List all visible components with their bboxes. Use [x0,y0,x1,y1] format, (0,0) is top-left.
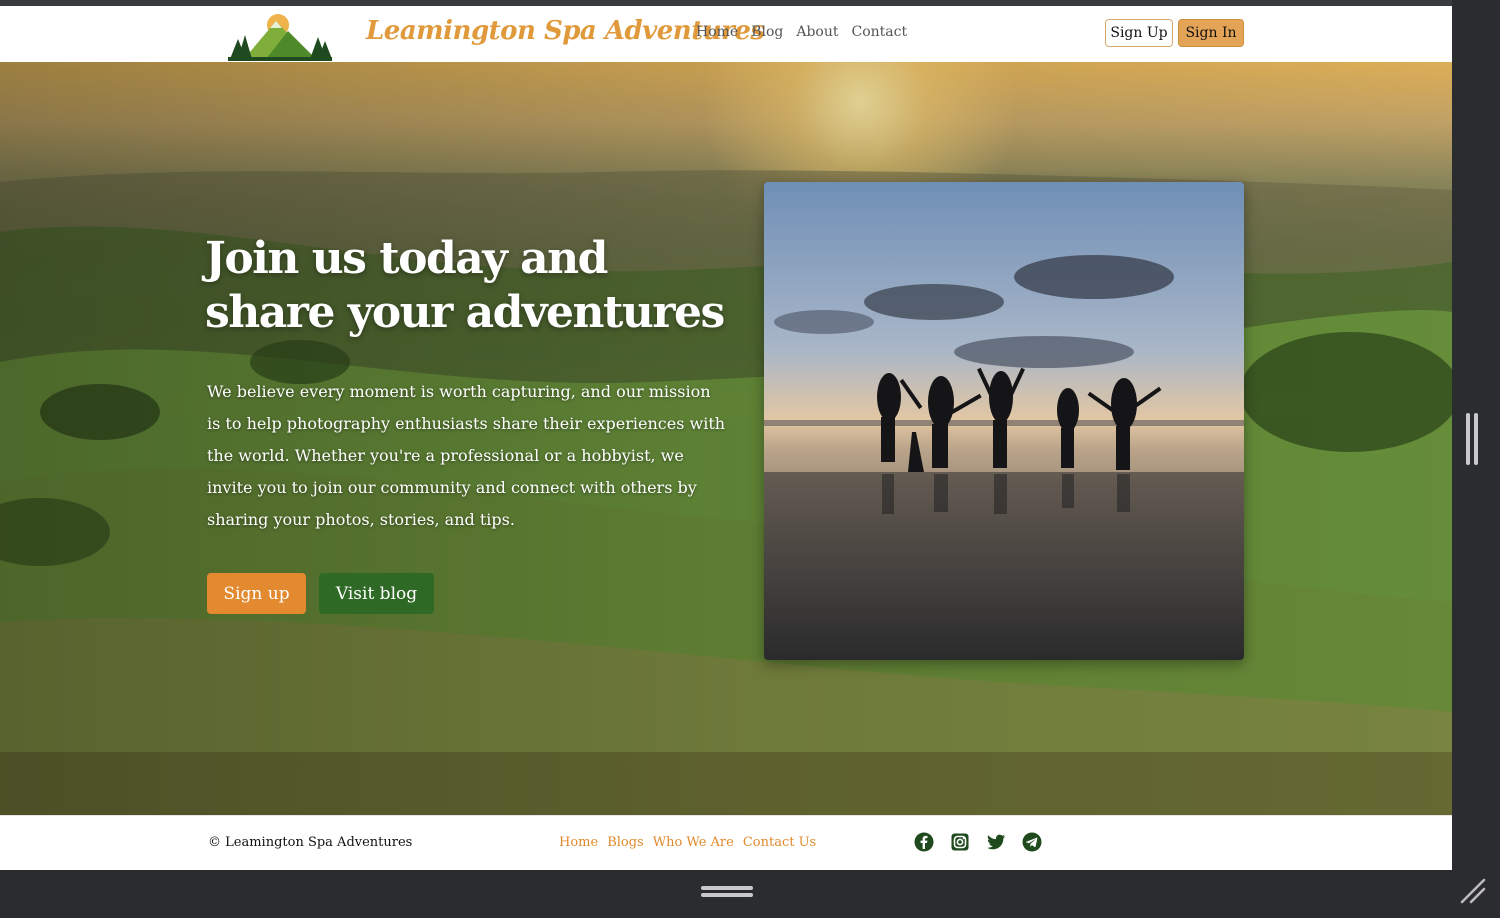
footer-link-blogs[interactable]: Blogs [607,835,644,850]
main-nav: Home Blog About Contact [696,24,907,40]
site-header: Leamington Spa Adventures Home Blog Abou… [0,6,1452,63]
horizontal-resize-grip-top[interactable] [701,886,753,890]
footer-link-home[interactable]: Home [559,835,598,850]
right-panel-rail [1452,0,1500,918]
resize-corner-icon[interactable] [1458,876,1488,906]
mountain-logo[interactable] [226,11,334,61]
facebook-icon[interactable] [914,832,934,852]
hero-section: Join us today and share your adventures … [0,62,1452,815]
telegram-icon[interactable] [1022,832,1042,852]
page-viewport: Leamington Spa Adventures Home Blog Abou… [0,6,1452,870]
hero-sign-up-button[interactable]: Sign up [207,573,306,614]
nav-about[interactable]: About [796,24,838,40]
sign-in-button[interactable]: Sign In [1178,19,1244,47]
horizontal-resize-grip-bottom[interactable] [701,893,753,897]
footer-links: Home Blogs Who We Are Contact Us [559,835,816,850]
twitter-icon[interactable] [986,832,1006,852]
footer-link-contact-us[interactable]: Contact Us [743,835,816,850]
hero-description: We believe every moment is worth capturi… [207,382,726,529]
hero-title: Join us today and share your adventures [205,233,725,338]
nav-blog[interactable]: Blog [751,24,783,40]
site-footer: © Leamington Spa Adventures Home Blogs W… [0,815,1452,870]
instagram-icon[interactable] [950,832,970,852]
visit-blog-button[interactable]: Visit blog [319,573,434,614]
social-links [914,832,1042,852]
vertical-resize-grip-right[interactable] [1474,413,1478,465]
vertical-resize-grip-left[interactable] [1466,413,1470,465]
nav-contact[interactable]: Contact [852,24,908,40]
nav-home[interactable]: Home [696,24,738,40]
footer-link-who-we-are[interactable]: Who We Are [653,835,734,850]
bottom-panel-rail [0,870,1500,918]
sign-up-button[interactable]: Sign Up [1105,19,1173,47]
group-beach-photo [764,182,1244,660]
copyright-text: © Leamington Spa Adventures [208,835,413,850]
